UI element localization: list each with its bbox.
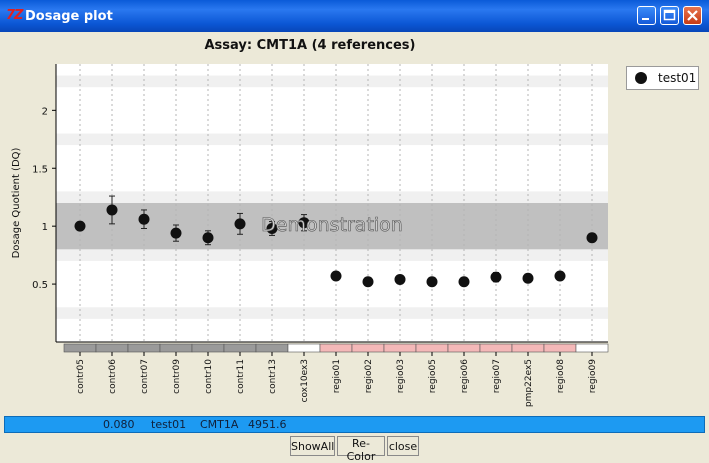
x-tick-label: contr07	[140, 359, 150, 394]
data-point	[426, 276, 438, 288]
y-tick-label: 2	[42, 106, 48, 117]
x-tick-label: contr09	[172, 359, 182, 394]
category-strip	[511, 343, 545, 353]
dosage-chart: 0.5 1 1.5 2 Dosage Quotient (DQ) contr05 contr…	[11, 64, 609, 407]
plot-area: Assay: CMT1A (4 references) 0.5 1 1.5 2 Dosa…	[4, 32, 616, 414]
data-point	[458, 276, 470, 288]
data-point	[554, 270, 566, 282]
data-point	[170, 227, 182, 239]
app-icon: 7Z	[6, 8, 24, 23]
data-point	[362, 276, 374, 288]
category-strip	[223, 343, 257, 353]
category-strip	[479, 343, 513, 353]
category-strip	[351, 343, 385, 353]
y-tick-label: 0.5	[32, 280, 48, 291]
data-point	[586, 232, 598, 244]
legend-label: test01	[658, 71, 697, 85]
window-title: Dosage plot	[25, 9, 113, 24]
category-strip	[447, 343, 481, 353]
x-tick-label: contr13	[268, 359, 278, 394]
category-strip	[127, 343, 161, 353]
background-band	[56, 75, 608, 88]
background-band	[56, 249, 608, 261]
category-strip	[319, 343, 353, 353]
data-point	[522, 272, 534, 284]
category-strip	[575, 343, 609, 353]
data-point	[106, 204, 118, 216]
x-tick-label: contr05	[76, 359, 86, 394]
x-tick-label: regio01	[332, 359, 342, 393]
data-point	[138, 213, 150, 225]
category-strip	[63, 343, 97, 353]
category-strip	[287, 343, 321, 353]
background-band	[56, 133, 608, 146]
status-value: 0.080	[103, 418, 135, 431]
x-tick-label: contr11	[236, 359, 246, 394]
data-point	[330, 270, 342, 282]
x-tick-label: cox10ex3	[300, 359, 310, 402]
data-point	[490, 271, 502, 283]
x-tick-label: contr06	[108, 359, 118, 394]
status-extra: 4951.6	[248, 418, 287, 431]
y-tick-label: 1.5	[32, 164, 48, 175]
close-icon	[687, 10, 698, 21]
recolor-button[interactable]: Re-Color	[337, 436, 385, 463]
x-tick-label: regio09	[588, 359, 598, 393]
y-tick-label: 1	[42, 222, 48, 233]
x-tick-label: regio05	[428, 359, 438, 393]
background-band	[56, 191, 608, 203]
data-point	[202, 232, 214, 244]
x-tick-label: regio02	[364, 359, 374, 393]
x-tick-label: regio08	[556, 359, 566, 393]
maximize-icon	[663, 9, 676, 21]
category-strip	[383, 343, 417, 353]
category-strip	[159, 343, 193, 353]
show-all-button[interactable]: ShowAll	[290, 436, 335, 456]
x-tick-label: pmp22ex5	[524, 359, 534, 407]
status-assay: CMT1A	[200, 418, 239, 431]
data-point	[74, 220, 86, 232]
maximize-button[interactable]	[660, 6, 679, 25]
minimize-icon	[642, 18, 649, 20]
data-point	[234, 218, 246, 230]
close-window-button[interactable]	[683, 6, 702, 25]
category-strip	[191, 343, 225, 353]
background-band	[56, 307, 608, 319]
x-tick-label: regio03	[396, 359, 406, 393]
status-sample: test01	[151, 418, 187, 431]
x-tick-label: contr10	[204, 359, 214, 394]
category-strip	[543, 343, 577, 353]
status-bar: 0.080 test01 CMT1A 4951.6	[4, 416, 705, 433]
data-point	[394, 273, 406, 285]
legend-marker	[635, 72, 647, 84]
window-body: Assay: CMT1A (4 references) 0.5 1 1.5 2 Dosa…	[4, 32, 705, 463]
category-strip	[415, 343, 449, 353]
minimize-button[interactable]	[637, 6, 656, 25]
x-tick-label: regio07	[492, 359, 502, 393]
title-bar: 7Z Dosage plot	[0, 0, 709, 32]
close-button[interactable]: close	[387, 436, 419, 456]
legend: test01	[626, 66, 699, 90]
y-axis-label: Dosage Quotient (DQ)	[11, 147, 22, 258]
category-strip	[95, 343, 129, 353]
category-strip	[255, 343, 289, 353]
x-tick-label: regio06	[460, 359, 470, 393]
watermark-text: Demonstration	[261, 214, 403, 236]
